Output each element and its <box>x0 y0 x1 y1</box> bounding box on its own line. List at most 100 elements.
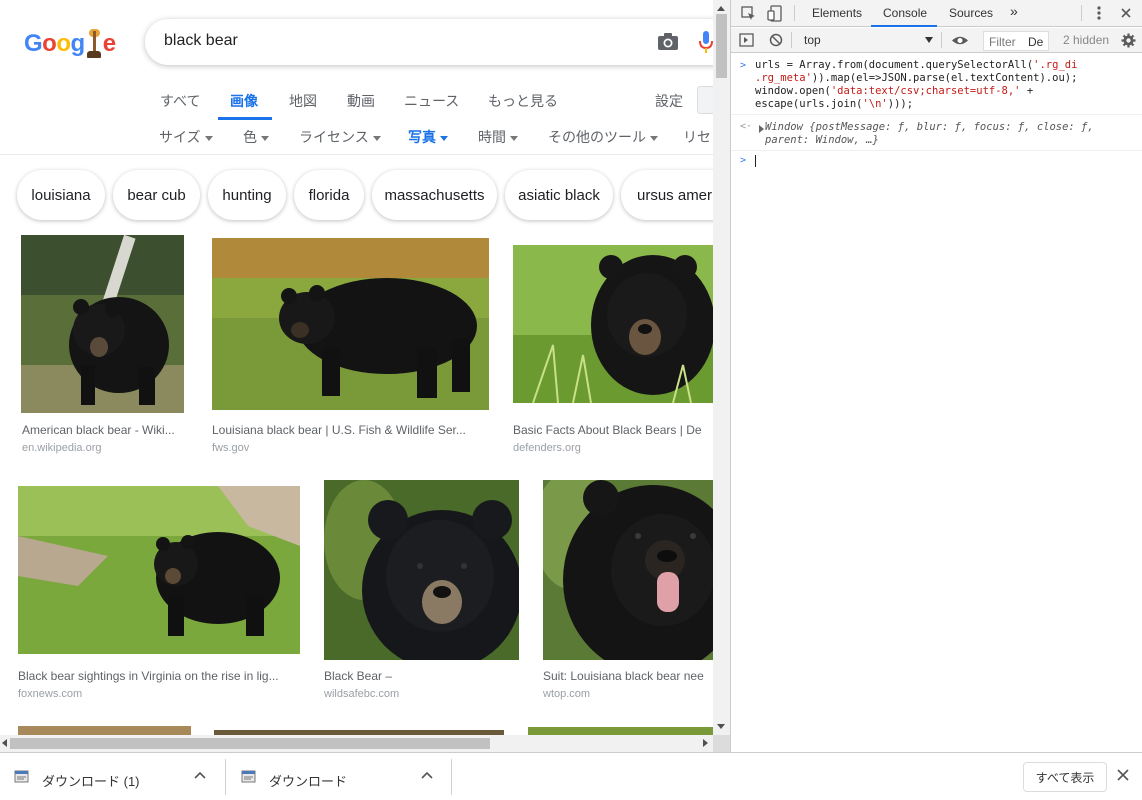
context-selector[interactable]: top <box>797 32 935 49</box>
logo-letter: e <box>102 30 116 57</box>
chip-bear-cub[interactable]: bear cub <box>113 170 200 220</box>
chip-massachusetts[interactable]: massachusetts <box>372 170 497 220</box>
tool-license[interactable]: ライセンス <box>299 127 381 147</box>
code-text: escape(urls.join( <box>755 98 863 110</box>
tool-reset[interactable]: リセット <box>683 127 713 147</box>
scroll-down-arrow-icon[interactable] <box>717 724 725 729</box>
tools-button[interactable] <box>697 86 713 114</box>
tool-more-tools[interactable]: その他のツール <box>548 127 658 147</box>
close-icon[interactable] <box>1117 769 1129 781</box>
result-thumbnail[interactable] <box>324 480 519 660</box>
result-line[interactable]: Window {postMessage: ƒ, blur: ƒ, focus: … <box>755 121 1137 134</box>
code-text: window.open( <box>755 85 831 97</box>
tool-type[interactable]: 写真 <box>408 127 448 147</box>
caret-down-icon <box>372 135 381 141</box>
tab-console[interactable]: Console <box>883 6 927 20</box>
close-icon[interactable] <box>1121 8 1131 18</box>
gear-icon[interactable] <box>1121 33 1136 48</box>
tool-time[interactable]: 時間 <box>478 127 518 147</box>
image-result[interactable]: American black bear - Wiki... en.wikiped… <box>18 235 188 457</box>
more-tabs-button[interactable]: » <box>1010 3 1018 19</box>
tab-elements[interactable]: Elements <box>812 6 862 20</box>
microphone-icon[interactable] <box>699 30 713 54</box>
device-toolbar-icon[interactable] <box>767 5 783 22</box>
console-prompt[interactable]: > <box>731 151 1142 172</box>
image-result[interactable]: Black Bear – wildsafebc.com <box>320 480 524 704</box>
camera-icon[interactable] <box>657 32 679 52</box>
show-all-downloads-button[interactable]: すべて表示 <box>1023 762 1107 792</box>
tool-type-label: 写真 <box>408 129 436 145</box>
scroll-left-arrow-icon[interactable] <box>2 739 7 747</box>
result-title[interactable]: Black Bear – <box>324 669 514 683</box>
result-title[interactable]: Black bear sightings in Virginia on the … <box>18 669 296 683</box>
chip-louisiana[interactable]: louisiana <box>17 170 105 220</box>
file-icon <box>14 770 29 783</box>
result-title[interactable]: Louisiana black bear | U.S. Fish & Wildl… <box>212 423 488 437</box>
scroll-right-arrow-icon[interactable] <box>703 739 708 747</box>
filter-input[interactable]: Filter De <box>983 31 1049 51</box>
caret-down-icon <box>510 135 518 141</box>
tab-more[interactable]: もっと見る <box>488 91 558 111</box>
download-separator <box>451 759 452 795</box>
result-title[interactable]: American black bear - Wiki... <box>22 423 186 437</box>
google-logo[interactable]: G o o g e <box>24 27 116 61</box>
result-thumbnail[interactable] <box>528 727 713 735</box>
sidebar-toggle-icon[interactable] <box>739 33 754 47</box>
result-thumbnail[interactable] <box>18 726 191 735</box>
result-domain: wtop.com <box>543 688 591 700</box>
tab-maps[interactable]: 地図 <box>289 91 317 111</box>
tab-sources[interactable]: Sources <box>949 6 993 20</box>
filter-placeholder: Filter <box>989 35 1016 49</box>
image-result[interactable]: Black bear sightings in Virginia on the … <box>14 480 304 704</box>
tab-news[interactable]: ニュース <box>404 91 459 111</box>
caret-down-icon <box>440 135 448 141</box>
tool-more-tools-label: その他のツール <box>548 129 646 145</box>
page-viewport: G o o g e black bear すべて 画像 地図 動画 ニュース も… <box>0 0 713 735</box>
image-result[interactable]: Louisiana black bear | U.S. Fish & Wildl… <box>208 235 494 457</box>
image-result[interactable]: Suit: Louisiana black bear nee wtop.com <box>539 480 713 704</box>
tool-size[interactable]: サイズ <box>159 127 213 147</box>
image-result[interactable]: Basic Facts About Black Bears | De defen… <box>509 235 713 457</box>
inspect-element-icon[interactable] <box>741 6 756 21</box>
chevron-up-icon[interactable] <box>421 771 433 779</box>
search-box[interactable]: black bear <box>145 19 713 65</box>
scroll-up-arrow-icon[interactable] <box>717 6 725 11</box>
scrollbar-thumb[interactable] <box>716 14 727 78</box>
download-filename: ダウンロード <box>269 774 348 789</box>
logo-letter: g <box>70 30 86 57</box>
tab-all[interactable]: すべて <box>160 91 200 111</box>
horizontal-scrollbar[interactable] <box>0 735 713 752</box>
download-item[interactable]: ダウンロード (1) <box>0 753 225 800</box>
caret-down-icon <box>261 135 269 141</box>
tool-time-label: 時間 <box>478 129 506 145</box>
log-levels-dropdown[interactable]: De <box>1028 35 1043 49</box>
scrollbar-thumb[interactable] <box>10 738 490 749</box>
settings-link[interactable]: 設定 <box>655 91 683 111</box>
tool-color[interactable]: 色 <box>243 127 269 147</box>
clear-console-icon[interactable] <box>769 33 783 47</box>
result-title[interactable]: Suit: Louisiana black bear nee <box>543 669 713 683</box>
bear-photo <box>543 480 713 660</box>
result-thumbnail[interactable] <box>212 238 489 410</box>
text-cursor <box>755 155 756 167</box>
expand-triangle-icon[interactable] <box>759 125 764 133</box>
result-title[interactable]: Basic Facts About Black Bears | De <box>513 423 709 437</box>
vertical-scrollbar[interactable] <box>713 0 730 735</box>
chip-hunting[interactable]: hunting <box>208 170 286 220</box>
result-thumbnail[interactable] <box>513 245 713 403</box>
eye-icon[interactable] <box>951 35 969 46</box>
chip-ursus-americanus[interactable]: ursus americanus <box>621 170 713 220</box>
code-string: .rg_meta' <box>755 72 812 84</box>
result-thumbnail[interactable] <box>21 235 184 413</box>
chip-asiatic-black[interactable]: asiatic black <box>505 170 613 220</box>
result-thumbnail[interactable] <box>18 486 300 654</box>
kebab-menu-icon[interactable] <box>1097 6 1101 20</box>
download-item[interactable]: ダウンロード <box>227 753 451 800</box>
tab-images[interactable]: 画像 <box>230 91 258 111</box>
result-thumbnail[interactable] <box>543 480 713 660</box>
chevron-up-icon[interactable] <box>194 771 206 779</box>
chip-florida[interactable]: florida <box>294 170 364 220</box>
search-input[interactable]: black bear <box>164 32 238 50</box>
tool-color-label: 色 <box>243 129 257 145</box>
tab-videos[interactable]: 動画 <box>347 91 375 111</box>
